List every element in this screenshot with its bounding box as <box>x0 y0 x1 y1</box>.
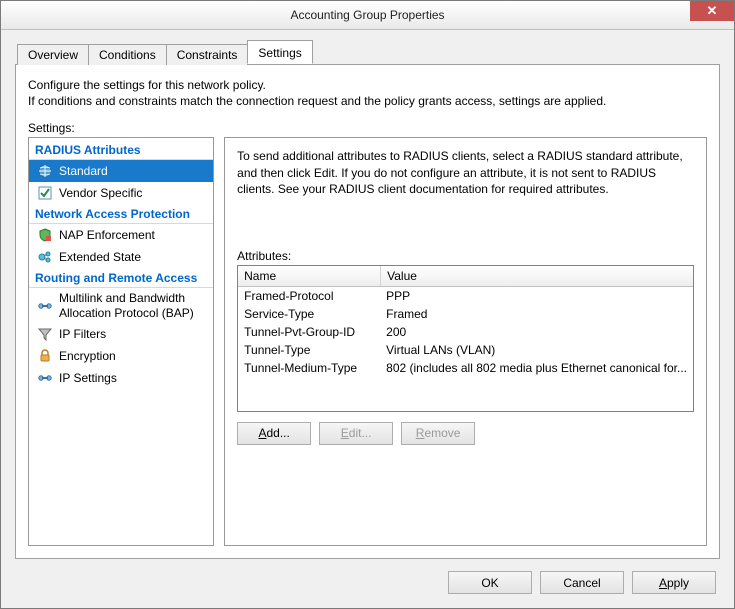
attr-name: Service-Type <box>238 306 380 322</box>
panel-description: To send additional attributes to RADIUS … <box>237 148 694 197</box>
tree-item-ip-filters[interactable]: IP Filters <box>29 323 213 345</box>
apply-button[interactable]: Apply <box>632 571 716 594</box>
ok-button[interactable]: OK <box>448 571 532 594</box>
tab-constraints[interactable]: Constraints <box>166 44 249 65</box>
dialog-button-row: OK Cancel Apply <box>1 559 734 608</box>
cancel-button[interactable]: Cancel <box>540 571 624 594</box>
tree-item-label: NAP Enforcement <box>59 228 207 242</box>
attr-value: 802 (includes all 802 media plus Etherne… <box>380 360 693 376</box>
attributes-button-row: Add... Edit... Remove <box>237 422 694 445</box>
tabstrip: Overview Conditions Constraints Settings <box>17 40 720 64</box>
tree-item-label: Vendor Specific <box>59 186 207 200</box>
attr-name: Tunnel-Type <box>238 342 380 358</box>
tree-group-radius-attributes: RADIUS Attributes <box>29 140 213 160</box>
funnel-icon <box>37 326 53 342</box>
remove-button[interactable]: Remove <box>401 422 475 445</box>
dialog-window: Accounting Group Properties ✕ Overview C… <box>0 0 735 609</box>
attributes-table[interactable]: Name Value Framed-Protocol PPP Service-T… <box>237 265 694 412</box>
intro-text: Configure the settings for this network … <box>28 77 707 109</box>
column-header-value[interactable]: Value <box>381 266 693 286</box>
link-icon <box>37 370 53 386</box>
tree-item-label: Extended State <box>59 250 207 264</box>
titlebar: Accounting Group Properties ✕ <box>1 1 734 30</box>
close-icon: ✕ <box>707 3 718 18</box>
tree-item-encryption[interactable]: Encryption <box>29 345 213 367</box>
tab-settings[interactable]: Settings <box>247 40 312 64</box>
attributes-header: Name Value <box>238 266 693 287</box>
node-icon <box>37 249 53 265</box>
checkbox-icon <box>37 185 53 201</box>
edit-button[interactable]: Edit... <box>319 422 393 445</box>
settings-split: RADIUS Attributes Standard Vendor Specif… <box>28 137 707 546</box>
tree-item-label: IP Settings <box>59 371 207 385</box>
dialog-body: Overview Conditions Constraints Settings… <box>1 30 734 559</box>
tree-group-rras: Routing and Remote Access <box>29 268 213 288</box>
settings-detail-panel: To send additional attributes to RADIUS … <box>224 137 707 546</box>
tree-item-ip-settings[interactable]: IP Settings <box>29 367 213 389</box>
attr-value: 200 <box>380 324 693 340</box>
column-header-name[interactable]: Name <box>238 266 381 286</box>
settings-tree[interactable]: RADIUS Attributes Standard Vendor Specif… <box>28 137 214 546</box>
tree-item-label: Standard <box>59 164 207 178</box>
attr-value: Virtual LANs (VLAN) <box>380 342 693 358</box>
globe-icon <box>37 163 53 179</box>
close-button[interactable]: ✕ <box>690 1 734 21</box>
link-icon <box>37 298 53 314</box>
attr-value: PPP <box>380 288 693 304</box>
tree-item-extended-state[interactable]: Extended State <box>29 246 213 268</box>
table-row[interactable]: Tunnel-Medium-Type 802 (includes all 802… <box>238 359 693 377</box>
table-row[interactable]: Service-Type Framed <box>238 305 693 323</box>
tree-item-vendor-specific[interactable]: Vendor Specific <box>29 182 213 204</box>
tab-page-settings: Configure the settings for this network … <box>15 64 720 559</box>
tab-overview[interactable]: Overview <box>17 44 89 65</box>
tree-item-label: Multilink and Bandwidth Allocation Proto… <box>59 291 207 320</box>
intro-line-1: Configure the settings for this network … <box>28 77 707 93</box>
tree-item-standard[interactable]: Standard <box>29 160 213 182</box>
attr-name: Framed-Protocol <box>238 288 380 304</box>
window-title: Accounting Group Properties <box>290 8 444 22</box>
tree-group-nap: Network Access Protection <box>29 204 213 224</box>
tree-item-nap-enforcement[interactable]: NAP Enforcement <box>29 224 213 246</box>
tree-item-label: Encryption <box>59 349 207 363</box>
tree-item-multilink-bap[interactable]: Multilink and Bandwidth Allocation Proto… <box>29 288 213 323</box>
table-row[interactable]: Framed-Protocol PPP <box>238 287 693 305</box>
lock-icon <box>37 348 53 364</box>
add-button[interactable]: Add... <box>237 422 311 445</box>
table-row[interactable]: Tunnel-Pvt-Group-ID 200 <box>238 323 693 341</box>
attr-name: Tunnel-Pvt-Group-ID <box>238 324 380 340</box>
tab-conditions[interactable]: Conditions <box>88 44 167 65</box>
settings-label: Settings: <box>28 121 707 135</box>
tree-item-label: IP Filters <box>59 327 207 341</box>
attributes-label: Attributes: <box>237 249 694 263</box>
intro-line-2: If conditions and constraints match the … <box>28 93 707 109</box>
table-row[interactable]: Tunnel-Type Virtual LANs (VLAN) <box>238 341 693 359</box>
attr-name: Tunnel-Medium-Type <box>238 360 380 376</box>
shield-icon <box>37 227 53 243</box>
attr-value: Framed <box>380 306 693 322</box>
